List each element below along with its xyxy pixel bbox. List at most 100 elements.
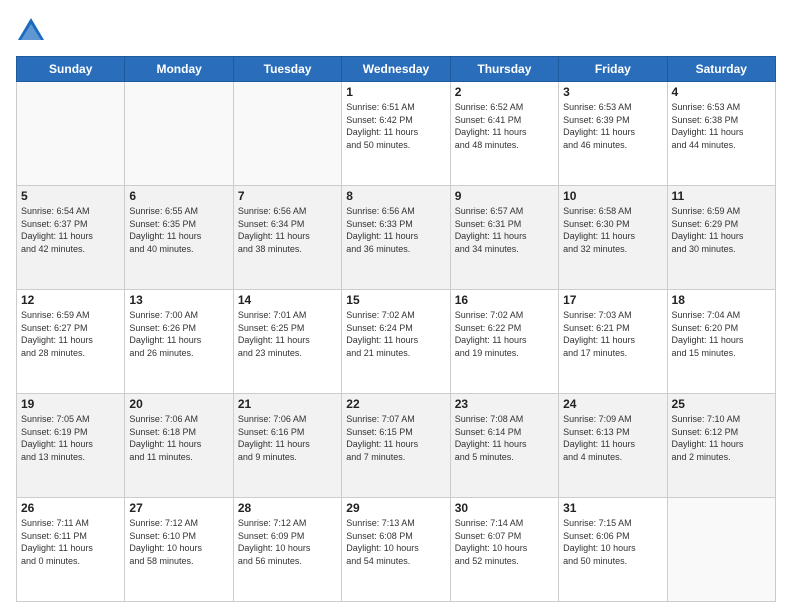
calendar-cell: 6 Sunrise: 6:55 AM Sunset: 6:35 PM Daylig… <box>125 186 233 290</box>
day-info: Sunrise: 6:59 AM Sunset: 6:27 PM Dayligh… <box>21 309 120 359</box>
day-number: 31 <box>563 501 662 515</box>
day-number: 19 <box>21 397 120 411</box>
day-number: 4 <box>672 85 771 99</box>
day-number: 1 <box>346 85 445 99</box>
day-number: 18 <box>672 293 771 307</box>
calendar-week-row: 26 Sunrise: 7:11 AM Sunset: 6:11 PM Dayli… <box>17 498 776 602</box>
day-info: Sunrise: 7:10 AM Sunset: 6:12 PM Dayligh… <box>672 413 771 463</box>
calendar-cell: 7 Sunrise: 6:56 AM Sunset: 6:34 PM Daylig… <box>233 186 341 290</box>
calendar: SundayMondayTuesdayWednesdayThursdayFrid… <box>16 56 776 602</box>
day-number: 7 <box>238 189 337 203</box>
day-number: 15 <box>346 293 445 307</box>
day-info: Sunrise: 7:07 AM Sunset: 6:15 PM Dayligh… <box>346 413 445 463</box>
calendar-cell: 22 Sunrise: 7:07 AM Sunset: 6:15 PM Dayli… <box>342 394 450 498</box>
day-info: Sunrise: 7:02 AM Sunset: 6:24 PM Dayligh… <box>346 309 445 359</box>
calendar-week-row: 19 Sunrise: 7:05 AM Sunset: 6:19 PM Dayli… <box>17 394 776 498</box>
day-header-saturday: Saturday <box>667 57 775 82</box>
day-number: 3 <box>563 85 662 99</box>
day-info: Sunrise: 6:54 AM Sunset: 6:37 PM Dayligh… <box>21 205 120 255</box>
day-number: 2 <box>455 85 554 99</box>
day-number: 21 <box>238 397 337 411</box>
day-number: 11 <box>672 189 771 203</box>
calendar-cell: 31 Sunrise: 7:15 AM Sunset: 6:06 PM Dayli… <box>559 498 667 602</box>
day-header-monday: Monday <box>125 57 233 82</box>
calendar-cell: 16 Sunrise: 7:02 AM Sunset: 6:22 PM Dayli… <box>450 290 558 394</box>
day-number: 27 <box>129 501 228 515</box>
calendar-week-row: 12 Sunrise: 6:59 AM Sunset: 6:27 PM Dayli… <box>17 290 776 394</box>
day-number: 14 <box>238 293 337 307</box>
day-info: Sunrise: 7:00 AM Sunset: 6:26 PM Dayligh… <box>129 309 228 359</box>
calendar-cell <box>233 82 341 186</box>
day-number: 22 <box>346 397 445 411</box>
calendar-cell: 3 Sunrise: 6:53 AM Sunset: 6:39 PM Daylig… <box>559 82 667 186</box>
day-info: Sunrise: 7:15 AM Sunset: 6:06 PM Dayligh… <box>563 517 662 567</box>
day-header-thursday: Thursday <box>450 57 558 82</box>
calendar-cell: 17Sunrise: 7:03 AM Sunset: 6:21 PM Dayli… <box>559 290 667 394</box>
day-number: 13 <box>129 293 228 307</box>
day-number: 10 <box>563 189 662 203</box>
day-number: 6 <box>129 189 228 203</box>
calendar-cell: 29 Sunrise: 7:13 AM Sunset: 6:08 PM Dayli… <box>342 498 450 602</box>
day-info: Sunrise: 7:01 AM Sunset: 6:25 PM Dayligh… <box>238 309 337 359</box>
day-number: 23 <box>455 397 554 411</box>
day-info: Sunrise: 6:56 AM Sunset: 6:34 PM Dayligh… <box>238 205 337 255</box>
day-info: Sunrise: 6:59 AM Sunset: 6:29 PM Dayligh… <box>672 205 771 255</box>
day-info: Sunrise: 6:58 AM Sunset: 6:30 PM Dayligh… <box>563 205 662 255</box>
calendar-week-row: 5Sunrise: 6:54 AM Sunset: 6:37 PM Daylig… <box>17 186 776 290</box>
calendar-cell <box>17 82 125 186</box>
day-info: Sunrise: 7:09 AM Sunset: 6:13 PM Dayligh… <box>563 413 662 463</box>
day-info: Sunrise: 7:12 AM Sunset: 6:09 PM Dayligh… <box>238 517 337 567</box>
day-header-sunday: Sunday <box>17 57 125 82</box>
day-header-friday: Friday <box>559 57 667 82</box>
day-number: 30 <box>455 501 554 515</box>
calendar-cell <box>125 82 233 186</box>
page: SundayMondayTuesdayWednesdayThursdayFrid… <box>0 0 792 612</box>
day-info: Sunrise: 7:12 AM Sunset: 6:10 PM Dayligh… <box>129 517 228 567</box>
calendar-cell: 4Sunrise: 6:53 AM Sunset: 6:38 PM Daylig… <box>667 82 775 186</box>
calendar-cell <box>667 498 775 602</box>
calendar-cell: 12 Sunrise: 6:59 AM Sunset: 6:27 PM Dayli… <box>17 290 125 394</box>
calendar-cell: 14 Sunrise: 7:01 AM Sunset: 6:25 PM Dayli… <box>233 290 341 394</box>
day-number: 26 <box>21 501 120 515</box>
day-info: Sunrise: 7:06 AM Sunset: 6:16 PM Dayligh… <box>238 413 337 463</box>
calendar-week-row: 1Sunrise: 6:51 AM Sunset: 6:42 PM Daylig… <box>17 82 776 186</box>
day-info: Sunrise: 7:08 AM Sunset: 6:14 PM Dayligh… <box>455 413 554 463</box>
day-number: 12 <box>21 293 120 307</box>
day-info: Sunrise: 7:14 AM Sunset: 6:07 PM Dayligh… <box>455 517 554 567</box>
calendar-cell: 9Sunrise: 6:57 AM Sunset: 6:31 PM Daylig… <box>450 186 558 290</box>
day-info: Sunrise: 7:11 AM Sunset: 6:11 PM Dayligh… <box>21 517 120 567</box>
day-info: Sunrise: 6:57 AM Sunset: 6:31 PM Dayligh… <box>455 205 554 255</box>
calendar-cell: 5Sunrise: 6:54 AM Sunset: 6:37 PM Daylig… <box>17 186 125 290</box>
logo-icon <box>16 16 46 46</box>
calendar-cell: 15 Sunrise: 7:02 AM Sunset: 6:24 PM Dayli… <box>342 290 450 394</box>
logo <box>16 16 50 46</box>
calendar-cell: 8 Sunrise: 6:56 AM Sunset: 6:33 PM Daylig… <box>342 186 450 290</box>
calendar-cell: 30 Sunrise: 7:14 AM Sunset: 6:07 PM Dayli… <box>450 498 558 602</box>
day-info: Sunrise: 7:05 AM Sunset: 6:19 PM Dayligh… <box>21 413 120 463</box>
day-number: 16 <box>455 293 554 307</box>
calendar-cell: 21 Sunrise: 7:06 AM Sunset: 6:16 PM Dayli… <box>233 394 341 498</box>
day-number: 8 <box>346 189 445 203</box>
day-info: Sunrise: 7:04 AM Sunset: 6:20 PM Dayligh… <box>672 309 771 359</box>
calendar-cell: 10 Sunrise: 6:58 AM Sunset: 6:30 PM Dayli… <box>559 186 667 290</box>
day-number: 17 <box>563 293 662 307</box>
day-info: Sunrise: 7:13 AM Sunset: 6:08 PM Dayligh… <box>346 517 445 567</box>
day-number: 25 <box>672 397 771 411</box>
calendar-cell: 20Sunrise: 7:06 AM Sunset: 6:18 PM Dayli… <box>125 394 233 498</box>
day-number: 29 <box>346 501 445 515</box>
day-header-tuesday: Tuesday <box>233 57 341 82</box>
day-info: Sunrise: 6:53 AM Sunset: 6:39 PM Dayligh… <box>563 101 662 151</box>
calendar-cell: 1Sunrise: 6:51 AM Sunset: 6:42 PM Daylig… <box>342 82 450 186</box>
day-header-wednesday: Wednesday <box>342 57 450 82</box>
calendar-cell: 13 Sunrise: 7:00 AM Sunset: 6:26 PM Dayli… <box>125 290 233 394</box>
day-info: Sunrise: 6:56 AM Sunset: 6:33 PM Dayligh… <box>346 205 445 255</box>
calendar-cell: 2Sunrise: 6:52 AM Sunset: 6:41 PM Daylig… <box>450 82 558 186</box>
calendar-cell: 23 Sunrise: 7:08 AM Sunset: 6:14 PM Dayli… <box>450 394 558 498</box>
calendar-cell: 19 Sunrise: 7:05 AM Sunset: 6:19 PM Dayli… <box>17 394 125 498</box>
day-info: Sunrise: 6:55 AM Sunset: 6:35 PM Dayligh… <box>129 205 228 255</box>
calendar-cell: 18 Sunrise: 7:04 AM Sunset: 6:20 PM Dayli… <box>667 290 775 394</box>
day-info: Sunrise: 7:02 AM Sunset: 6:22 PM Dayligh… <box>455 309 554 359</box>
calendar-cell: 25 Sunrise: 7:10 AM Sunset: 6:12 PM Dayli… <box>667 394 775 498</box>
calendar-cell: 28Sunrise: 7:12 AM Sunset: 6:09 PM Dayli… <box>233 498 341 602</box>
header <box>16 16 776 46</box>
